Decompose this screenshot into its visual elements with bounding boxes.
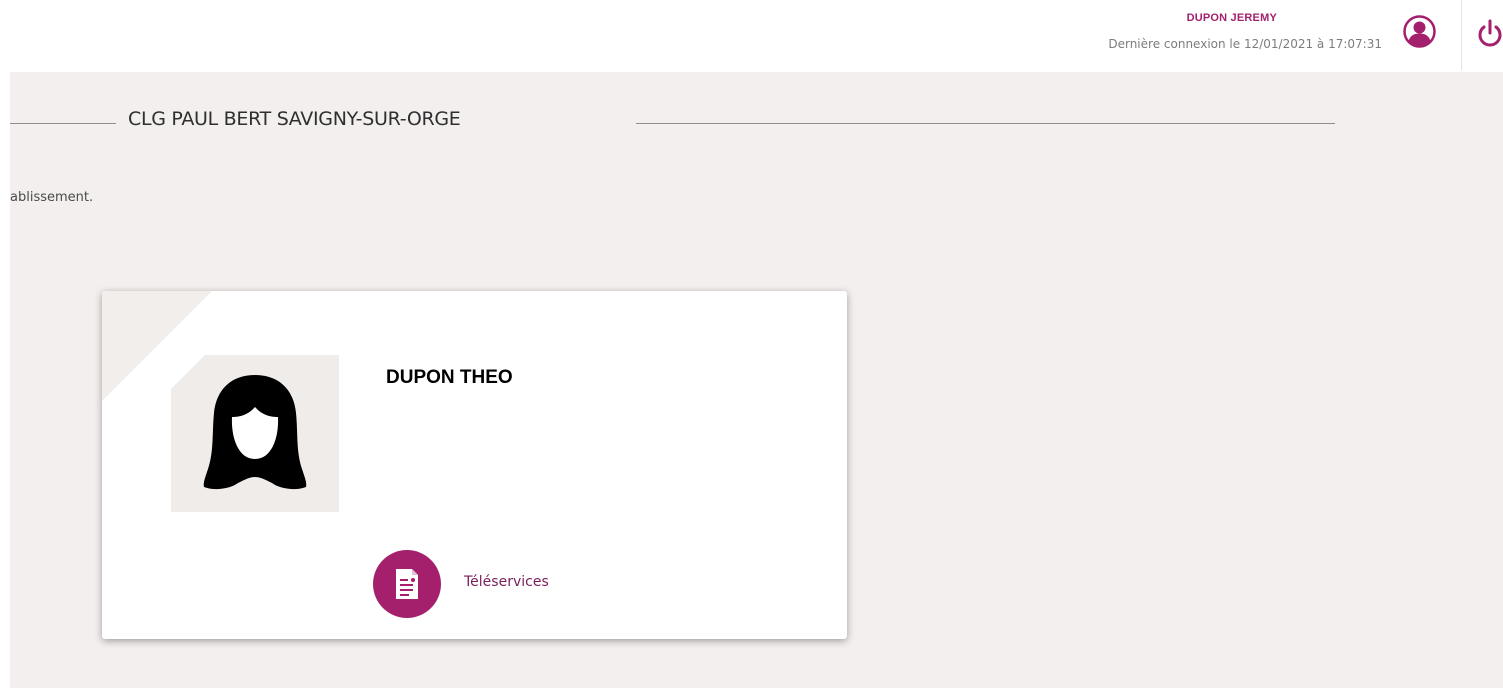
title-divider-right (636, 123, 1335, 124)
school-title: CLG PAUL BERT SAVIGNY-SUR-ORGE (128, 108, 461, 130)
teleservices-label: Téléservices (464, 574, 549, 590)
student-name: DUPON THEO (386, 367, 513, 388)
user-circle-icon[interactable] (1403, 15, 1436, 48)
title-divider-left (10, 123, 116, 124)
intro-text: ablissement. (10, 190, 94, 205)
teleservices-icon-circle (373, 550, 441, 618)
teleservices-button[interactable]: Téléservices (373, 550, 623, 618)
student-card: DUPON THEO Téléservices (102, 291, 847, 639)
avatar (171, 355, 339, 512)
main-content: CLG PAUL BERT SAVIGNY-SUR-ORGE ablisseme… (10, 72, 1503, 688)
document-icon (396, 569, 418, 599)
power-icon[interactable] (1477, 18, 1503, 48)
header-divider (1461, 0, 1462, 70)
person-silhouette-icon (203, 375, 307, 490)
page: DUPON JEREMY Dernière connexion le 12/01… (0, 0, 1503, 688)
top-bar: DUPON JEREMY Dernière connexion le 12/01… (0, 0, 1503, 72)
last-login-text: Dernière connexion le 12/01/2021 à 17:07… (1108, 37, 1382, 51)
user-name: DUPON JEREMY (1186, 12, 1277, 24)
